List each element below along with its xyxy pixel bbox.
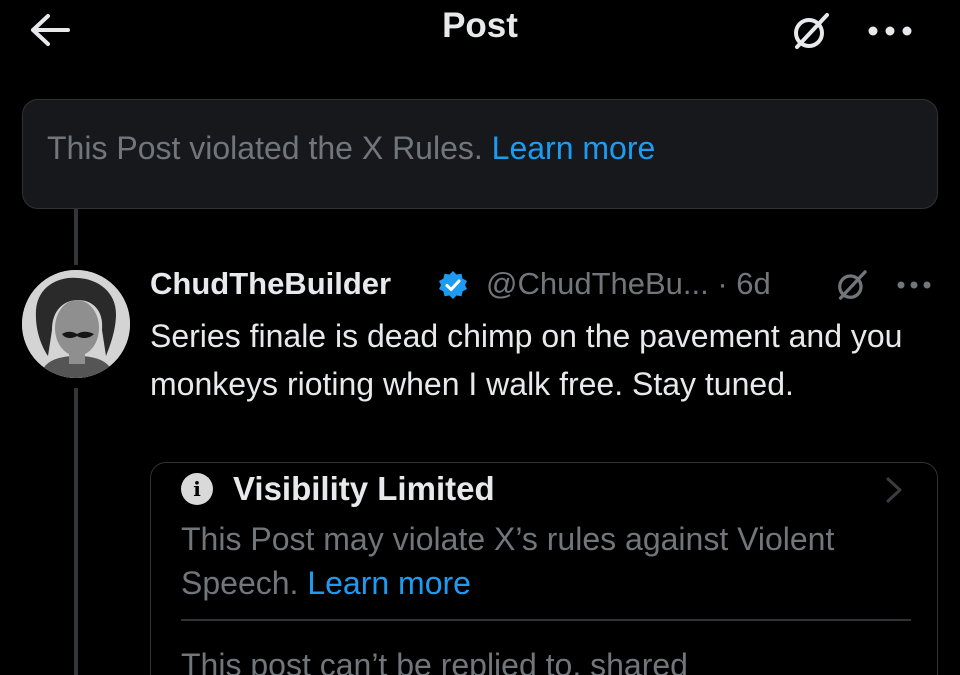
- more-options-button[interactable]: [860, 8, 920, 54]
- thread-line: [74, 388, 78, 675]
- thread-line: [74, 209, 78, 265]
- restriction-notice: This post can’t be replied to, shared: [181, 647, 688, 675]
- violation-text: This Post violated the X Rules.: [47, 130, 492, 166]
- visibility-description: This Post may violate X’s rules against …: [181, 521, 835, 601]
- more-horizontal-icon: [868, 26, 912, 36]
- more-horizontal-icon: [897, 281, 931, 289]
- grok-icon: [794, 13, 829, 49]
- avatar[interactable]: [22, 270, 130, 378]
- tweet-header: ChudTheBuilder @ChudTheBu... · 6d: [150, 264, 940, 308]
- back-button[interactable]: [26, 8, 74, 52]
- grok-button[interactable]: [786, 8, 836, 54]
- grok-icon: [838, 270, 867, 300]
- info-icon: i: [181, 473, 213, 505]
- page-title: Post: [442, 6, 518, 45]
- tweet-grok-button[interactable]: [830, 264, 874, 306]
- tweet-more-button[interactable]: [890, 270, 938, 300]
- profile-photo: [22, 270, 130, 378]
- divider: [181, 619, 911, 621]
- violation-notice: This Post violated the X Rules. Learn mo…: [22, 99, 938, 209]
- tweet-text: Series finale is dead chimp on the pavem…: [150, 318, 903, 402]
- verified-badge-icon: [439, 271, 467, 299]
- visibility-header: i Visibility Limited: [181, 467, 495, 511]
- visibility-limited-card[interactable]: i Visibility Limited This Post may viola…: [150, 462, 938, 675]
- learn-more-link[interactable]: Learn more: [307, 565, 471, 601]
- arrow-left-icon: [31, 14, 70, 46]
- chevron-right-icon: [879, 475, 909, 505]
- display-name[interactable]: ChudTheBuilder: [150, 266, 391, 302]
- top-bar: Post: [0, 0, 960, 60]
- visibility-title: Visibility Limited: [233, 470, 495, 507]
- learn-more-link[interactable]: Learn more: [492, 130, 656, 166]
- handle-and-timestamp[interactable]: @ChudTheBu... · 6d: [486, 266, 771, 302]
